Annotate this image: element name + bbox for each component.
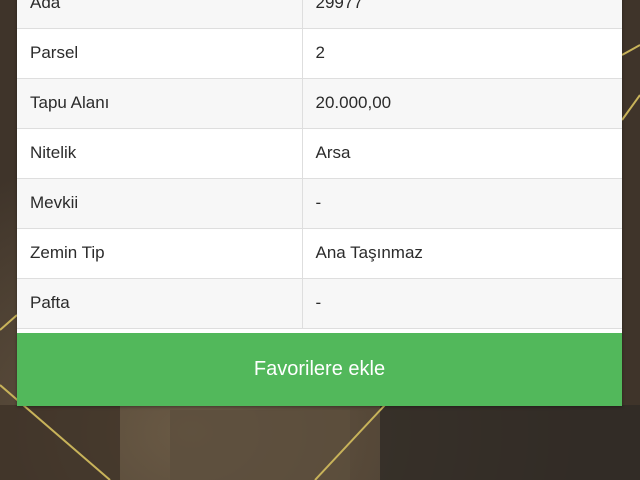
table-row-mevkii: Mevkii -: [17, 178, 622, 229]
add-to-favorites-button[interactable]: Favorilere ekle: [17, 333, 622, 406]
row-value: Arsa: [302, 128, 622, 179]
row-label: Nitelik: [17, 128, 303, 179]
row-value: 2: [302, 28, 622, 79]
parcel-info-table: Ada 29977 Parsel 2 Tapu Alanı 20.000,00 …: [17, 0, 622, 329]
table-row-tapu-alani: Tapu Alanı 20.000,00: [17, 78, 622, 129]
table-row-nitelik: Nitelik Arsa: [17, 128, 622, 179]
row-value: Ana Taşınmaz: [302, 228, 622, 279]
row-label: Parsel: [17, 28, 303, 79]
row-value: -: [302, 278, 622, 329]
row-label: Ada: [17, 0, 303, 29]
row-value: -: [302, 178, 622, 229]
table-row-ada: Ada 29977: [17, 0, 622, 29]
row-value: 29977: [302, 0, 622, 29]
row-label: Mevkii: [17, 178, 303, 229]
row-value: 20.000,00: [302, 78, 622, 129]
row-label: Zemin Tip: [17, 228, 303, 279]
row-label: Pafta: [17, 278, 303, 329]
row-label: Tapu Alanı: [17, 78, 303, 129]
parcel-info-panel: Ada 29977 Parsel 2 Tapu Alanı 20.000,00 …: [17, 0, 622, 406]
table-row-pafta: Pafta -: [17, 278, 622, 329]
table-row-parsel: Parsel 2: [17, 28, 622, 79]
table-row-zemin-tip: Zemin Tip Ana Taşınmaz: [17, 228, 622, 279]
